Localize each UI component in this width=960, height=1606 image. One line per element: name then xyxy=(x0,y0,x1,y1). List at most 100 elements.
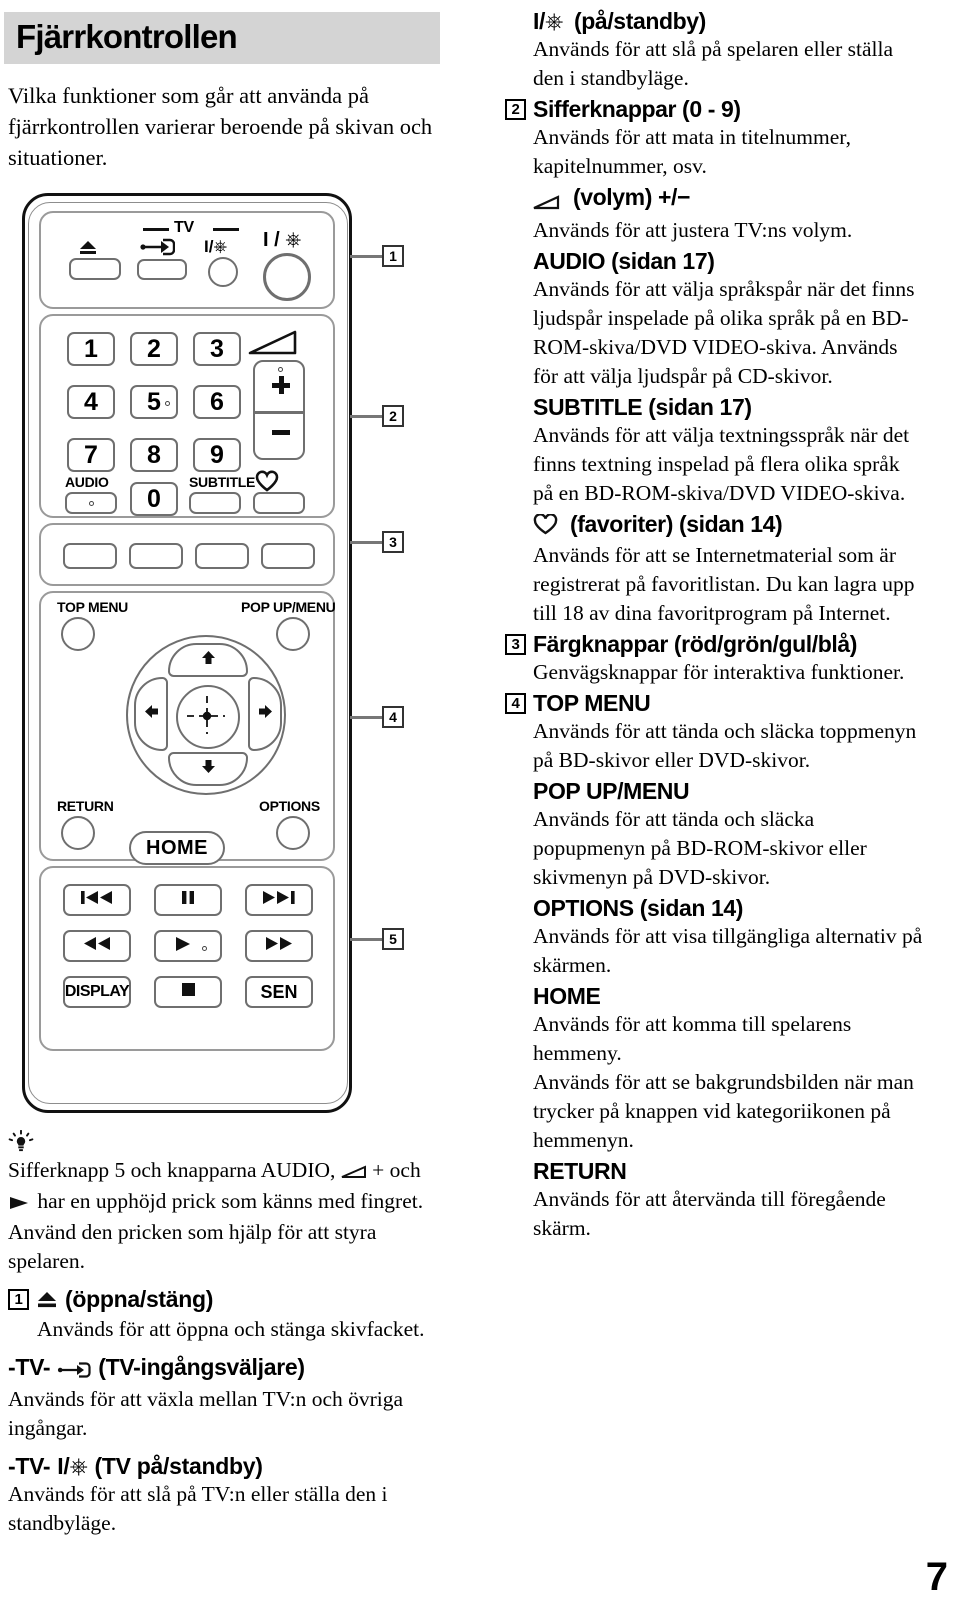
arrow-up-icon xyxy=(201,650,216,670)
skip-next-icon xyxy=(262,890,296,910)
power-standby-icon-inline: I/⎈ xyxy=(533,8,564,34)
dpad-enter-button[interactable] xyxy=(176,685,240,749)
raised-dot-audio xyxy=(88,500,94,506)
arrow-right-icon xyxy=(258,704,273,724)
volume-wedge-icon-inline xyxy=(341,1158,367,1187)
right-entry-home: HOME Används för att komma till spelaren… xyxy=(505,983,925,1155)
return-button[interactable] xyxy=(61,816,95,850)
right-entry-colorkeys: 3 Färgknappar (röd/grön/gul/blå) Genvägs… xyxy=(505,631,925,687)
fast-forward-icon xyxy=(264,936,294,956)
play-icon xyxy=(174,936,192,957)
color-button-blue[interactable] xyxy=(261,543,315,569)
number-button-6[interactable]: 6 xyxy=(193,385,241,419)
display-button[interactable]: DISPLAY xyxy=(63,976,131,1008)
tv-input-button[interactable] xyxy=(137,259,187,280)
raised-dot-play xyxy=(202,946,207,951)
right-entry-audio-body: Används för att välja språkspår när det … xyxy=(533,277,915,388)
callout-leader-5 xyxy=(350,938,382,941)
left-entry-2-title: (TV-ingångsväljare) xyxy=(98,1354,305,1380)
pause-icon xyxy=(180,890,196,910)
right-entry-power: I/⎈ (på/standby) Används för att slå på … xyxy=(505,8,925,93)
rewind-button[interactable] xyxy=(63,930,131,962)
color-button-yellow[interactable] xyxy=(195,543,249,569)
callout-marker-4: 4 xyxy=(382,706,404,728)
skip-previous-icon xyxy=(80,890,114,910)
number-button-7[interactable]: 7 xyxy=(67,438,115,472)
pop-up-menu-button[interactable] xyxy=(276,617,310,651)
pause-button[interactable] xyxy=(154,884,222,916)
right-entry-power-head: I/⎈ (på/standby) xyxy=(505,8,925,35)
dpad-left-button[interactable] xyxy=(134,677,168,751)
left-entry-2-body: Används för att växla mellan TV:n och öv… xyxy=(8,1387,404,1440)
number-button-5[interactable]: 5 xyxy=(130,385,178,419)
eject-button[interactable] xyxy=(69,258,121,280)
play-button[interactable] xyxy=(154,930,222,962)
left-column: Fjärrkontrollen Vilka funktioner som går… xyxy=(0,0,470,1606)
callout-leader-2 xyxy=(350,415,382,418)
left-entry-3-title: (TV på/standby) xyxy=(94,1453,263,1479)
audio-button[interactable] xyxy=(65,492,117,514)
color-button-green[interactable] xyxy=(129,543,183,569)
top-menu-label: TOP MENU xyxy=(57,599,128,615)
pop-up-menu-label: POP UP/MENU xyxy=(241,599,336,615)
right-entry-options: OPTIONS (sidan 14) Används för att visa … xyxy=(505,895,925,980)
right-entry-topmenu-title: TOP MENU xyxy=(533,690,651,716)
number-button-1[interactable]: 1 xyxy=(67,332,115,366)
power-standby-icon: I / ⎈ xyxy=(263,229,302,251)
enter-crosshair-icon xyxy=(187,696,225,734)
volume-plus-icon xyxy=(272,376,290,394)
right-entry-colorkeys-head: 3 Färgknappar (röd/grön/gul/blå) xyxy=(505,631,925,658)
left-entry-1-number: 1 xyxy=(8,1289,29,1310)
right-column: I/⎈ (på/standby) Används för att slå på … xyxy=(505,8,925,1246)
number-button-4[interactable]: 4 xyxy=(67,385,115,419)
fast-forward-button[interactable] xyxy=(245,930,313,962)
top-menu-button[interactable] xyxy=(61,617,95,651)
right-entry-power-title: (på/standby) xyxy=(574,8,706,34)
right-entry-topmenu-number: 4 xyxy=(505,693,526,714)
home-button[interactable]: HOME xyxy=(129,831,225,865)
right-entry-return-body: Används för att återvända till föregåend… xyxy=(533,1187,886,1240)
next-button[interactable] xyxy=(245,884,313,916)
right-entry-favorites: (favoriter) (sidan 14) Används för att s… xyxy=(505,511,925,628)
left-entry-3-body: Används för att slå på TV:n eller ställa… xyxy=(8,1482,388,1535)
raised-dot-key5 xyxy=(165,401,170,406)
tip-text-part1: Sifferknapp 5 och knapparna AUDIO, xyxy=(8,1158,336,1182)
right-entry-popupmenu: POP UP/MENU Används för att tända och sl… xyxy=(505,778,925,892)
left-entry-3-prefix: -TV- xyxy=(8,1453,51,1479)
eject-icon-inline xyxy=(36,1288,58,1315)
tv-power-button[interactable] xyxy=(208,257,238,287)
callout-leader-3 xyxy=(350,541,382,544)
sen-button[interactable]: SEN xyxy=(245,976,313,1008)
right-entry-audio-title: AUDIO (sidan 17) xyxy=(533,248,715,274)
volume-rocker[interactable] xyxy=(253,360,305,460)
right-entry-return-title: RETURN xyxy=(533,1158,627,1184)
number-button-8[interactable]: 8 xyxy=(130,438,178,472)
remote-top-panel: TV I/⎈ I / ⎈ xyxy=(39,211,335,309)
callout-leader-4 xyxy=(350,716,382,719)
stop-button[interactable] xyxy=(154,976,222,1008)
left-entry-2-head: -TV- (TV-ingångsväljare) xyxy=(8,1354,442,1385)
intro-paragraph: Vilka funktioner som går att använda på … xyxy=(8,83,433,170)
callout-marker-2: 2 xyxy=(382,405,404,427)
number-button-2[interactable]: 2 xyxy=(130,332,178,366)
dpad[interactable] xyxy=(126,635,286,795)
number-button-3[interactable]: 3 xyxy=(193,332,241,366)
right-entry-colorkeys-body: Genvägsknappar för interaktiva funktione… xyxy=(533,660,905,684)
volume-wedge-icon-inline xyxy=(533,189,561,216)
dpad-down-button[interactable] xyxy=(168,752,248,786)
subtitle-button[interactable] xyxy=(189,492,241,514)
previous-button[interactable] xyxy=(63,884,131,916)
right-entry-volume: (volym) +/− Används för att justera TV:n… xyxy=(505,184,925,245)
dpad-up-button[interactable] xyxy=(168,643,248,677)
tip-text-part2: + och xyxy=(372,1158,421,1182)
volume-wedge-icon xyxy=(248,330,298,361)
favorites-button[interactable] xyxy=(253,492,305,514)
number-button-0[interactable]: 0 xyxy=(130,482,178,516)
power-button[interactable] xyxy=(263,253,311,301)
dpad-right-button[interactable] xyxy=(248,677,282,751)
right-entry-numbers-body: Används för att mata in titelnummer, kap… xyxy=(533,125,851,178)
color-button-red[interactable] xyxy=(63,543,117,569)
right-entry-home-body: Används för att komma till spelarens hem… xyxy=(533,1012,914,1152)
number-button-9[interactable]: 9 xyxy=(193,438,241,472)
options-button[interactable] xyxy=(276,816,310,850)
